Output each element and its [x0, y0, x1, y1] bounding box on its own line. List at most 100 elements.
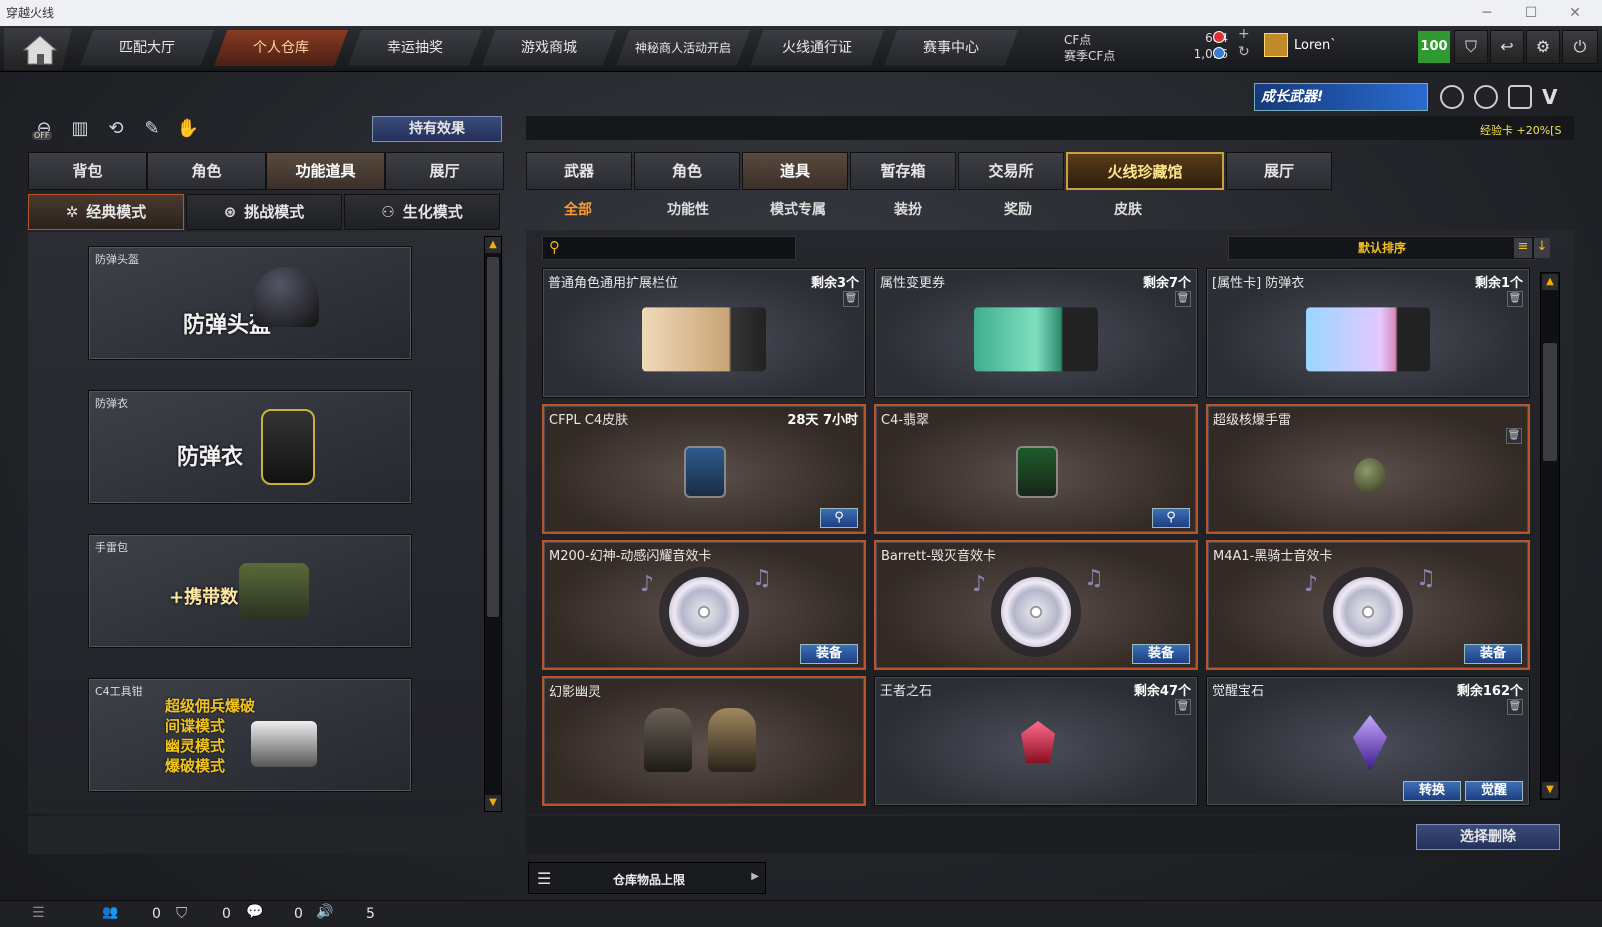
right-tab-4[interactable]: 暂存箱 [850, 152, 956, 190]
v-icon[interactable]: V [1542, 85, 1557, 109]
item-card[interactable]: 觉醒宝石 剩余162个 🗑 转换 觉醒 [1206, 676, 1530, 806]
volume-icon[interactable]: 🔊 [316, 904, 333, 920]
menu-icon[interactable]: ☰ [32, 905, 45, 921]
effects-button[interactable]: 持有效果 [372, 116, 502, 142]
list-view-icon[interactable]: ≡ [1514, 238, 1532, 258]
trash-icon[interactable]: 🗑 [1175, 291, 1191, 307]
trash-icon[interactable]: 🗑 [843, 291, 859, 307]
left-tab-1[interactable]: 背包 [28, 152, 147, 190]
item-card[interactable]: C4-翡翠 ⚲ [874, 404, 1198, 534]
nav-tab-3[interactable]: 幸运抽奖 [348, 30, 482, 66]
glove-icon[interactable]: ✋ [174, 116, 202, 144]
refresh-currency-icon[interactable]: ↻ [1238, 44, 1250, 60]
magnify-icon[interactable]: ⚲ [1152, 508, 1190, 528]
search-box[interactable]: ⚲ [542, 236, 796, 260]
minimize-icon[interactable]: ─ [1470, 0, 1504, 26]
item-card[interactable]: ♪ ♫ Barrett-毁灭音效卡 装备 [874, 540, 1198, 670]
item-card[interactable]: 普通角色通用扩展栏位 剩余3个 🗑 [542, 268, 866, 398]
trash-icon[interactable]: 🗑 [1507, 699, 1523, 715]
right-tab-3[interactable]: 道具 [742, 152, 848, 190]
nav-tab-1[interactable]: 匹配大厅 [80, 30, 214, 66]
shield-status-icon[interactable]: ⛉ [176, 904, 187, 922]
subtab-6[interactable]: 皮肤 [1076, 196, 1180, 224]
return-icon[interactable]: ↩ [1490, 30, 1524, 64]
friends-icon[interactable]: 👥 [102, 905, 118, 920]
equip-button[interactable]: 装备 [1132, 644, 1190, 664]
mode-2[interactable]: ⊛ 挑战模式 [186, 194, 342, 230]
subtab-5[interactable]: 奖励 [966, 196, 1070, 224]
subtab-1[interactable]: 全部 [526, 196, 630, 224]
scroll-down-icon[interactable]: ▼ [1542, 782, 1558, 798]
left-card-2[interactable]: 防弹衣 防弹衣 [88, 390, 412, 504]
nav-tab-2[interactable]: 个人仓库 [214, 30, 348, 66]
gear-icon[interactable]: ⚙ [1526, 30, 1560, 64]
sort-dropdown[interactable]: 默认排序 [1228, 236, 1536, 260]
subtab-2[interactable]: 功能性 [636, 196, 740, 224]
left-tab-2[interactable]: 角色 [147, 152, 266, 190]
right-tab-7[interactable]: 展厅 [1226, 152, 1332, 190]
item-card[interactable]: 幻影幽灵 [542, 676, 866, 806]
shield-icon[interactable]: ⛉ [1454, 30, 1488, 64]
item-card[interactable]: CFPL C4皮肤 28天 7小时 ⚲ [542, 404, 866, 534]
subtab-3[interactable]: 模式专属 [746, 196, 850, 224]
search-icon[interactable]: ⚲ [549, 238, 560, 256]
close-icon[interactable]: ✕ [1558, 0, 1592, 26]
gem-action-button[interactable]: 转换 [1403, 781, 1461, 801]
scroll-down-icon[interactable]: ▼ [485, 795, 501, 811]
item-card[interactable]: [属性卡] 防弹衣 剩余1个 🗑 [1206, 268, 1530, 398]
scroll-up-icon[interactable]: ▲ [1542, 274, 1558, 290]
refresh-icon[interactable]: ⟲ [102, 116, 130, 144]
equip-button[interactable]: 装备 [800, 644, 858, 664]
sort-direction-icon[interactable]: ↓ [1534, 238, 1550, 258]
trash-icon[interactable]: 🗑 [1507, 291, 1523, 307]
badge-icon[interactable] [1440, 85, 1464, 109]
right-scrollbar[interactable]: ▲ ▼ [1540, 272, 1560, 800]
item-card[interactable]: ♪ ♫ M4A1-黑骑士音效卡 装备 [1206, 540, 1530, 670]
power-icon[interactable]: ⏻ [1562, 30, 1598, 64]
left-scrollbar[interactable]: ▲ ▼ [484, 236, 502, 812]
select-delete-button[interactable]: 选择删除 [1416, 824, 1560, 850]
search-input[interactable] [569, 239, 789, 257]
user-name[interactable]: Loren` [1294, 38, 1337, 53]
item-card[interactable]: 王者之石 剩余47个 🗑 [874, 676, 1198, 806]
item-card[interactable]: 超级核爆手雷 🗑 [1206, 404, 1530, 534]
item-card[interactable]: 属性变更券 剩余7个 🗑 [874, 268, 1198, 398]
capacity-bar[interactable]: ☰ 仓库物品上限 ▶ [528, 862, 766, 894]
right-tab-5[interactable]: 交易所 [958, 152, 1064, 190]
left-tab-3[interactable]: 功能道具 [266, 152, 385, 190]
swap-ticket-art [974, 307, 1098, 372]
left-tab-4[interactable]: 展厅 [385, 152, 504, 190]
trash-icon[interactable]: 🗑 [1506, 428, 1522, 444]
growth-weapon-banner[interactable]: 成长武器! [1254, 83, 1428, 111]
right-tab-2[interactable]: 角色 [634, 152, 740, 190]
emblem-icon[interactable] [1508, 85, 1532, 109]
right-scroll-thumb[interactable] [1543, 343, 1557, 461]
left-card-4[interactable]: C4工具钳 超级佣兵爆破 间谍模式 幽灵模式 爆破模式 [88, 678, 412, 792]
left-card-1[interactable]: 防弹头盔 防弹头盔 [88, 246, 412, 360]
add-currency-icon[interactable]: + [1238, 26, 1250, 42]
nav-tab-6[interactable]: 火线通行证 [750, 30, 884, 66]
tool-icon[interactable]: ✎ [138, 116, 166, 144]
mode-1[interactable]: ✲ 经典模式 [28, 194, 184, 230]
equip-button[interactable]: 装备 [1464, 644, 1522, 664]
globe-icon[interactable] [1474, 85, 1498, 109]
home-button[interactable] [4, 28, 72, 70]
nav-tab-7[interactable]: 赛事中心 [884, 30, 1018, 66]
item-card[interactable]: ♪ ♫ M200-幻神-动感闪耀音效卡 装备 [542, 540, 866, 670]
right-tab-1[interactable]: 武器 [526, 152, 632, 190]
left-card-3[interactable]: 手雷包 +携带数 [88, 534, 412, 648]
maximize-icon[interactable]: ☐ [1514, 0, 1548, 26]
scroll-up-icon[interactable]: ▲ [485, 237, 501, 253]
left-scroll-thumb[interactable] [487, 257, 499, 617]
expand-icon[interactable]: ▶ [751, 871, 759, 882]
chat-icon[interactable]: 💬 [246, 904, 263, 920]
right-tab-6[interactable]: 火线珍藏馆 [1066, 152, 1224, 190]
nav-tab-4[interactable]: 游戏商城 [482, 30, 616, 66]
mode-3[interactable]: ⚇ 生化模式 [344, 194, 500, 230]
gem-action-button[interactable]: 觉醒 [1465, 781, 1523, 801]
trash-icon[interactable]: 🗑 [1175, 699, 1191, 715]
magnify-icon[interactable]: ⚲ [820, 508, 858, 528]
nav-tab-5[interactable]: 神秘商人活动开启 [616, 30, 750, 66]
stats-icon[interactable]: ▥ [66, 116, 94, 144]
subtab-4[interactable]: 装扮 [856, 196, 960, 224]
